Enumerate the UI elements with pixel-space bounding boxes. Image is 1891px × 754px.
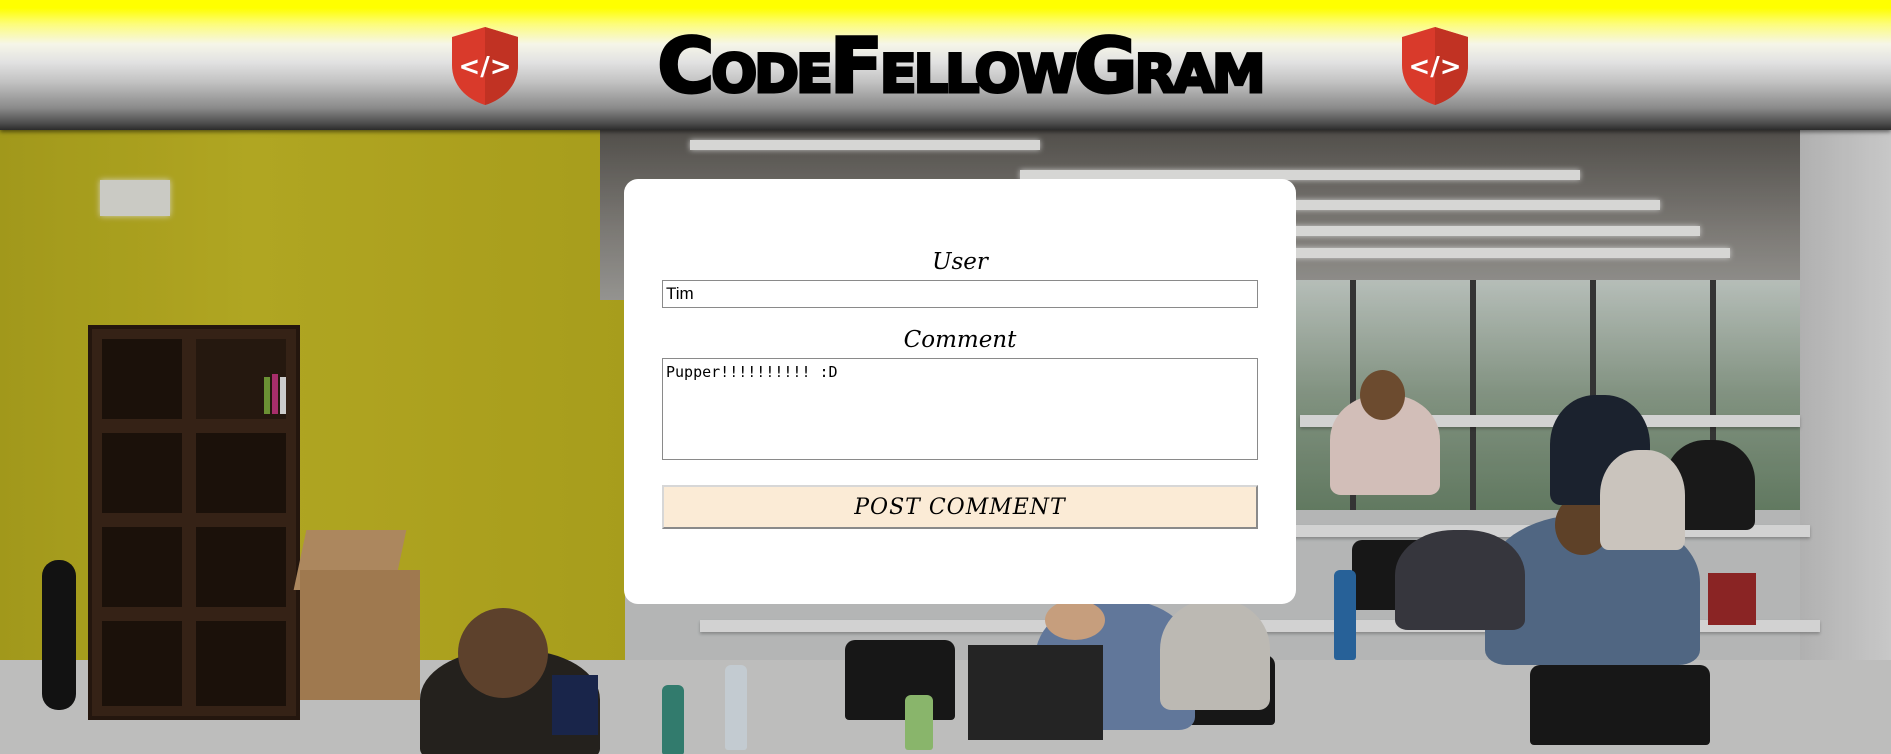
comment-form-card: User Comment Pupper!!!!!!!!!! :D POST CO… xyxy=(624,179,1296,604)
code-shield-icon: </> xyxy=(1402,27,1468,105)
shield-symbol: </> xyxy=(1408,52,1461,82)
page: </> CodeFellowGram </> User Comment Pupp… xyxy=(0,0,1891,754)
comment-label: Comment xyxy=(903,327,1017,353)
user-label: User xyxy=(932,249,988,275)
user-input[interactable] xyxy=(662,280,1258,308)
post-comment-button[interactable]: POST COMMENT xyxy=(662,485,1258,529)
site-header: </> CodeFellowGram </> xyxy=(0,0,1891,130)
code-shield-icon: </> xyxy=(452,27,518,105)
site-title: CodeFellowGram xyxy=(656,19,1267,111)
shield-symbol: </> xyxy=(458,52,511,82)
comment-textarea[interactable]: Pupper!!!!!!!!!! :D xyxy=(662,358,1258,460)
